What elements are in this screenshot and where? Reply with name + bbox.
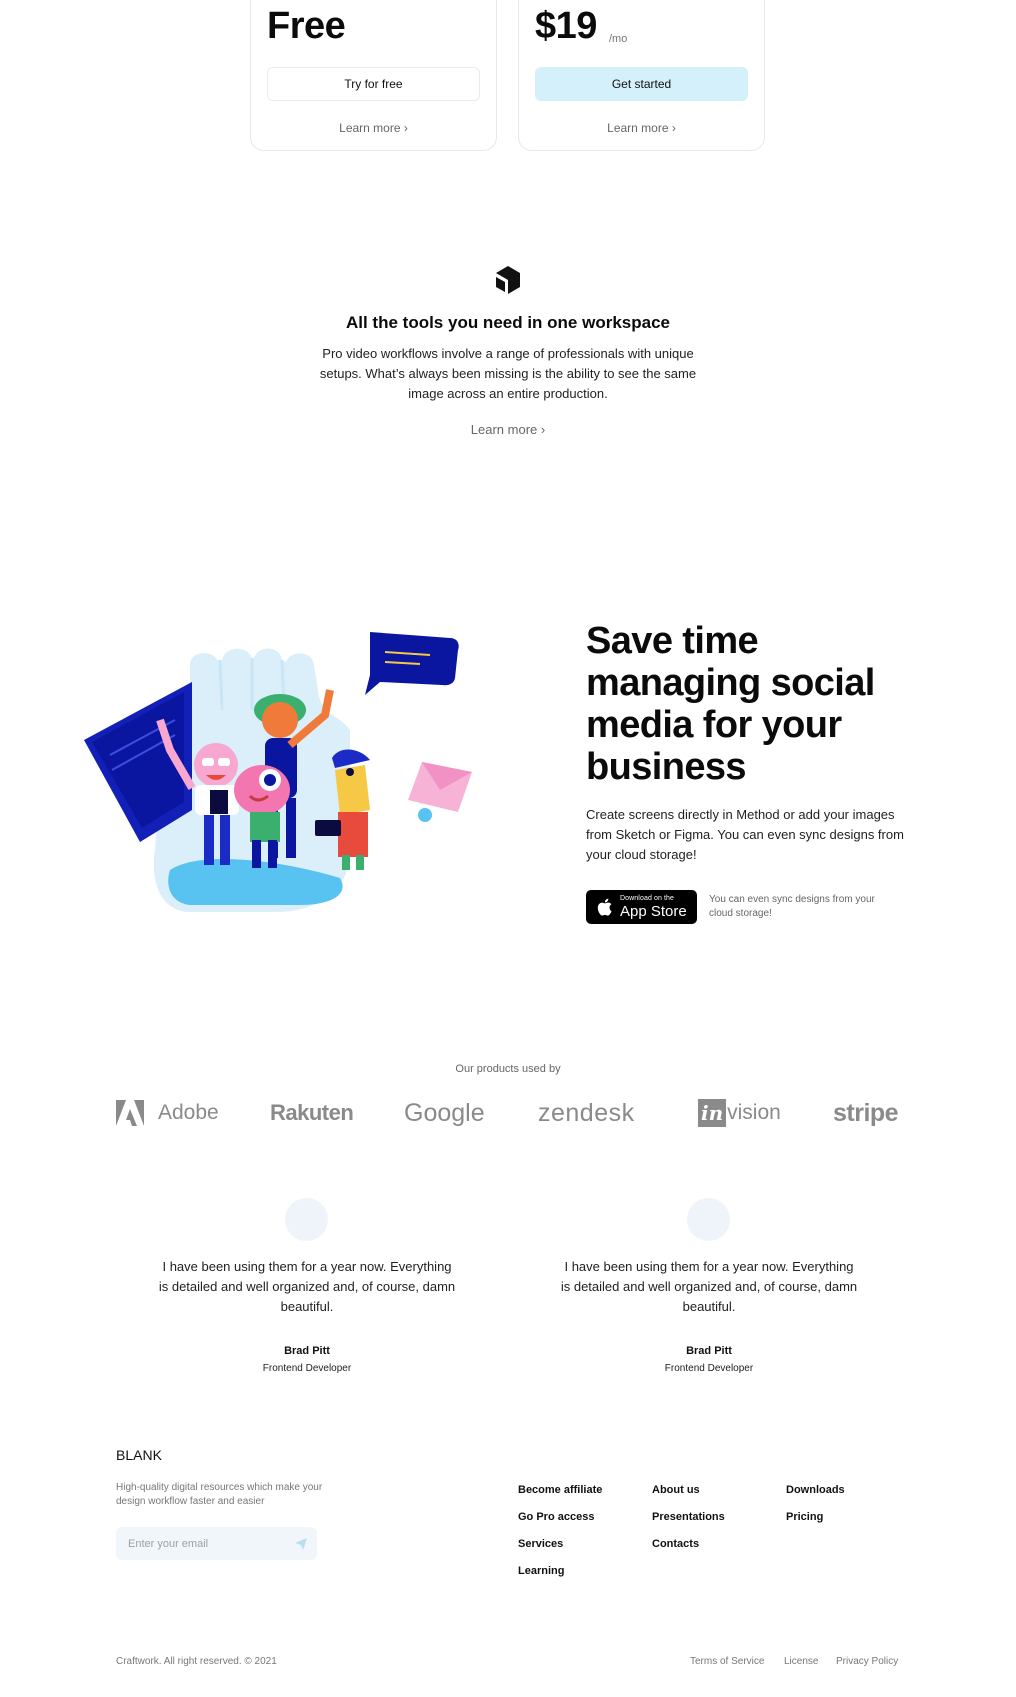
tools-title: All the tools you need in one workspace [345,313,670,332]
footer-link-presentations[interactable]: Presentations [652,1511,725,1523]
testimonial-role: Frontend Developer [262,1363,352,1374]
price-pro: $19 [535,5,597,47]
footer-link-pricing[interactable]: Pricing [786,1511,823,1523]
customers-heading: Our products used by [455,1063,561,1075]
apple-icon [597,898,612,916]
footer-link-contacts[interactable]: Contacts [652,1538,699,1550]
footer-description: High-quality digital resources which mak… [116,1482,323,1507]
app-store-button[interactable]: Download on the App Store [586,890,697,924]
feature-title: Save time managing social media for your… [586,620,916,788]
rakuten-logo: Rakuten [270,1095,354,1131]
app-store-small-label: Download on the [620,895,675,902]
pricing-card-free: Free Try for free Learn more › [250,0,497,151]
try-for-free-button[interactable]: Try for free [267,67,480,101]
zendesk-wordmark: zendesk [538,1098,635,1127]
copyright: Craftwork. All right reserved. © 2021 [116,1656,277,1667]
testimonial-quote: I have been using them for a year now. E… [560,1259,858,1314]
footer-link-downloads[interactable]: Downloads [786,1484,845,1496]
feature-title-line-3: media for your [586,704,842,746]
testimonial-name: Brad Pitt [284,1345,330,1357]
footer-link-learning[interactable]: Learning [518,1565,564,1577]
avatar [687,1198,730,1241]
avatar [285,1198,328,1241]
footer-brand[interactable]: BLANK [116,1447,162,1463]
app-store-label: App Store [620,903,687,920]
feature-title-line-1: Save time [586,620,759,662]
tools-learn-more-link[interactable]: Learn more › [0,422,1016,437]
feature-title-line-2: managing social [586,662,875,704]
privacy-link[interactable]: Privacy Policy [836,1656,898,1667]
invision-wordmark: vision [727,1101,781,1124]
stripe-logo: stripe [833,1095,899,1131]
tools-description: Pro video workflows involve a range of p… [319,346,697,401]
adobe-wordmark: Adobe [158,1101,219,1124]
brand-cube-icon [496,266,520,294]
testimonial-name: Brad Pitt [686,1345,732,1357]
send-icon[interactable] [295,1538,307,1550]
price-free: Free [267,5,346,47]
email-input[interactable] [116,1527,286,1560]
feature-description: Create screens directly in Method or add… [586,807,904,862]
footer-link-services[interactable]: Services [518,1538,563,1550]
zendesk-logo: zendesk [538,1095,635,1131]
stripe-wordmark: stripe [833,1098,899,1127]
team-illustration [84,632,472,912]
rakuten-wordmark: Rakuten [270,1100,354,1125]
adobe-logo: Adobe [116,1095,219,1131]
learn-more-link-pro[interactable]: Learn more › [519,121,764,135]
google-logo: Google [404,1095,485,1131]
google-wordmark: Google [404,1098,485,1127]
testimonial-quote: I have been using them for a year now. E… [158,1259,456,1314]
testimonial-role: Frontend Developer [664,1363,754,1374]
invision-logo: in vision [698,1095,781,1131]
footer-link-become-affiliate[interactable]: Become affiliate [518,1484,602,1496]
learn-more-link-free[interactable]: Learn more › [251,121,496,135]
app-store-note: You can even sync designs from your clou… [709,894,875,919]
license-link[interactable]: License [784,1656,818,1667]
get-started-button[interactable]: Get started [535,67,748,101]
price-period: /mo [609,33,628,45]
newsletter-form [116,1527,317,1560]
adobe-icon [116,1100,144,1126]
terms-link[interactable]: Terms of Service [690,1656,764,1667]
footer-link-about-us[interactable]: About us [652,1484,700,1496]
pricing-card-pro: $19 /mo Get started Learn more › [518,0,765,151]
feature-title-line-4: business [586,746,747,788]
invision-badge: in [698,1099,727,1127]
footer-link-go-pro[interactable]: Go Pro access [518,1511,594,1523]
